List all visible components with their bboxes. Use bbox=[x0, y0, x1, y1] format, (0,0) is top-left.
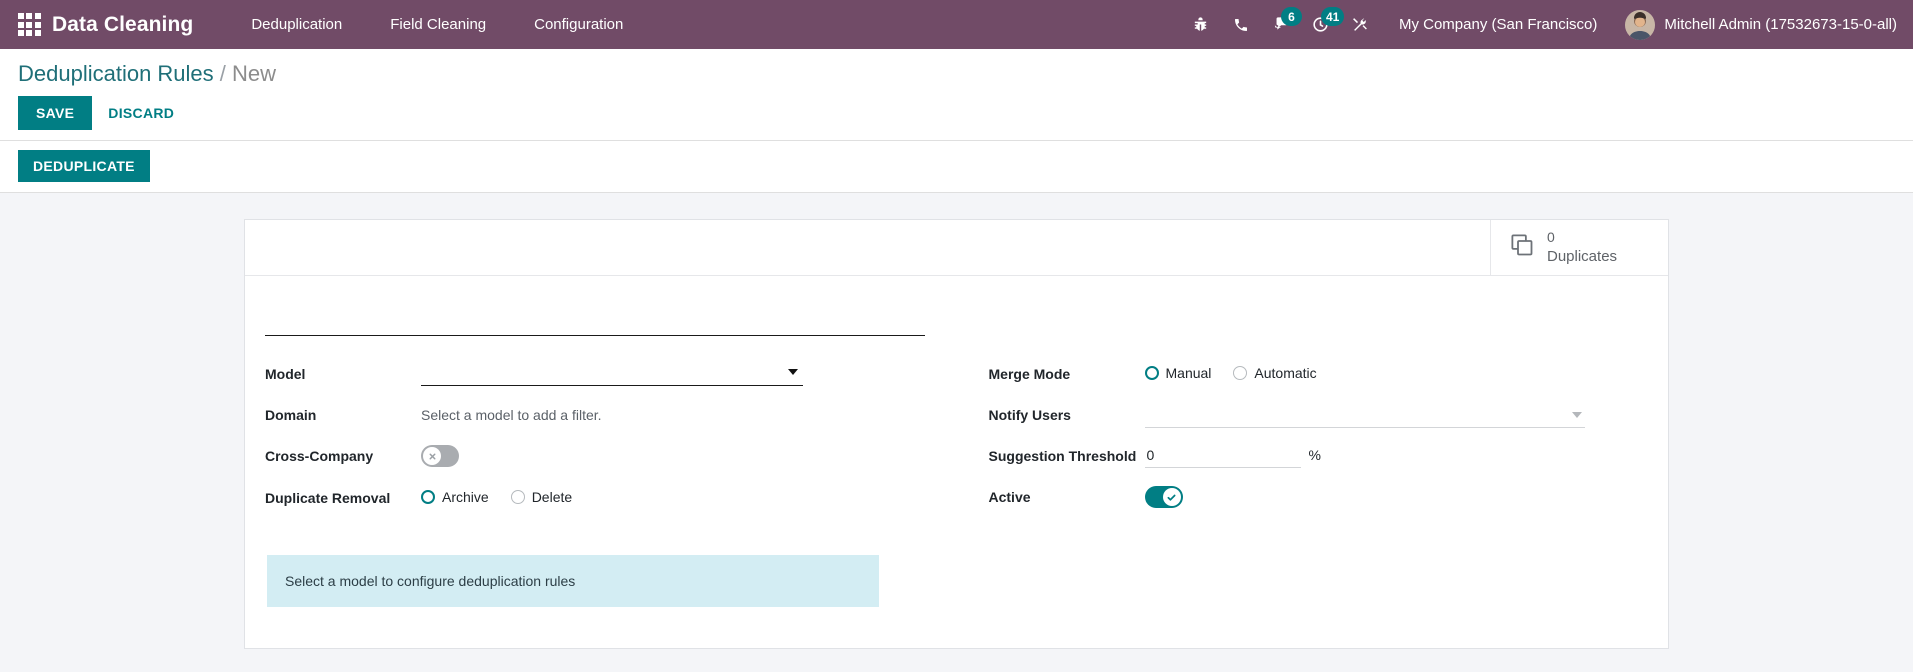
radio-archive-label: Archive bbox=[442, 489, 489, 505]
menu-item-deduplication[interactable]: Deduplication bbox=[227, 0, 366, 49]
duplicates-label: Duplicates bbox=[1547, 247, 1618, 265]
deduplicate-button[interactable]: DEDUPLICATE bbox=[18, 150, 150, 182]
company-switcher[interactable]: My Company (San Francisco) bbox=[1381, 16, 1615, 33]
rule-name-input[interactable] bbox=[265, 302, 925, 336]
action-button-row: DEDUPLICATE bbox=[0, 141, 1913, 193]
activities-clock-icon[interactable]: 41 bbox=[1301, 0, 1345, 49]
app-brand-title[interactable]: Data Cleaning bbox=[52, 13, 193, 37]
radio-dot-archive bbox=[421, 490, 435, 504]
merge-mode-label: Merge Mode bbox=[988, 366, 1071, 382]
field-cross-company: Cross-Company bbox=[265, 442, 925, 472]
notify-users-value bbox=[1144, 401, 1649, 428]
model-label: Model bbox=[265, 366, 306, 382]
menu-item-field-cleaning[interactable]: Field Cleaning bbox=[366, 0, 510, 49]
field-active: Active bbox=[989, 483, 1649, 513]
field-model: Model bbox=[265, 360, 925, 389]
breadcrumb-root[interactable]: Deduplication Rules bbox=[18, 61, 214, 86]
merge-mode-radio-group: Manual Automatic bbox=[1144, 360, 1649, 382]
active-value bbox=[1144, 483, 1649, 513]
top-navbar: Data Cleaning Deduplication Field Cleani… bbox=[0, 0, 1913, 49]
phone-icon[interactable] bbox=[1221, 0, 1261, 49]
form-body: Model Domain Select a model to add a fil… bbox=[245, 276, 1668, 637]
apps-grid-icon[interactable] bbox=[16, 12, 42, 38]
radio-manual-label: Manual bbox=[1165, 365, 1212, 381]
radio-dot-manual bbox=[1144, 366, 1159, 380]
form-columns: Model Domain Select a model to add a fil… bbox=[265, 360, 1648, 525]
notify-users-label: Notify Users bbox=[988, 407, 1071, 423]
field-notify-users: Notify Users bbox=[989, 401, 1649, 430]
discard-button[interactable]: DISCARD bbox=[92, 96, 190, 130]
breadcrumb: Deduplication Rules / New bbox=[18, 60, 1913, 88]
duplicates-stat-button[interactable]: 0 Duplicates bbox=[1490, 220, 1668, 275]
avatar bbox=[1625, 9, 1656, 40]
main-menu: Deduplication Field Cleaning Configurati… bbox=[227, 0, 647, 49]
model-input[interactable] bbox=[421, 360, 803, 386]
radio-automatic-label: Automatic bbox=[1254, 365, 1317, 381]
percent-suffix: % bbox=[1308, 447, 1321, 463]
toggle-knob-on bbox=[1162, 488, 1181, 506]
duplicate-copy-icon bbox=[1509, 232, 1536, 264]
user-name: Mitchell Admin (17532673-15-0-all) bbox=[1664, 16, 1897, 33]
field-domain: Domain Select a model to add a filter. bbox=[265, 401, 925, 430]
breadcrumb-current: New bbox=[232, 61, 277, 86]
field-duplicate-removal: Duplicate Removal Archive Delete bbox=[265, 484, 925, 513]
radio-dot-automatic bbox=[1233, 366, 1248, 380]
model-select-wrap[interactable] bbox=[421, 360, 803, 386]
radio-delete[interactable]: Delete bbox=[510, 488, 573, 506]
title-row bbox=[265, 302, 1648, 336]
form-column-left: Model Domain Select a model to add a fil… bbox=[265, 360, 925, 525]
duplicates-count: 0 bbox=[1547, 228, 1555, 245]
domain-hint: Select a model to add a filter. bbox=[421, 407, 602, 423]
duplicate-removal-value: Archive Delete bbox=[421, 484, 925, 506]
menu-item-configuration[interactable]: Configuration bbox=[510, 0, 647, 49]
messages-icon[interactable]: 6 bbox=[1261, 0, 1302, 49]
messages-badge: 6 bbox=[1280, 7, 1302, 26]
merge-mode-value: Manual Automatic bbox=[1144, 360, 1649, 382]
suggestion-threshold-value: % bbox=[1144, 442, 1649, 468]
model-value bbox=[421, 360, 925, 386]
stat-button-bar: 0 Duplicates bbox=[245, 220, 1668, 276]
duplicates-stat-text: 0 Duplicates bbox=[1547, 229, 1617, 267]
radio-delete-label: Delete bbox=[531, 489, 573, 505]
form-sheet: 0 Duplicates Model Domain Select a model… bbox=[244, 219, 1669, 649]
chevron-down-icon[interactable] bbox=[1571, 412, 1582, 418]
cross-company-value bbox=[421, 442, 925, 472]
user-menu[interactable]: Mitchell Admin (17532673-15-0-all) bbox=[1615, 9, 1897, 40]
form-column-right: Merge Mode Manual Automatic Notify Users… bbox=[989, 360, 1649, 525]
duplicate-removal-radio-group: Archive Delete bbox=[421, 484, 925, 506]
form-sheet-wrapper: 0 Duplicates Model Domain Select a model… bbox=[0, 193, 1913, 649]
duplicate-removal-label: Duplicate Removal bbox=[265, 490, 391, 506]
domain-label: Domain bbox=[265, 407, 317, 423]
cross-company-toggle[interactable] bbox=[421, 445, 459, 467]
field-merge-mode: Merge Mode Manual Automatic bbox=[989, 360, 1649, 389]
model-hint-alert: Select a model to configure deduplicatio… bbox=[267, 555, 879, 607]
tools-icon[interactable] bbox=[1341, 0, 1381, 49]
cross-company-label: Cross-Company bbox=[265, 448, 374, 464]
suggestion-threshold-input[interactable] bbox=[1144, 442, 1301, 468]
control-panel: Deduplication Rules / New SAVE DISCARD bbox=[0, 49, 1913, 141]
domain-value: Select a model to add a filter. bbox=[421, 401, 925, 424]
systray: 6 41 bbox=[1181, 0, 1381, 49]
radio-dot-delete bbox=[510, 490, 525, 504]
notify-users-input[interactable] bbox=[1144, 401, 1585, 428]
suggestion-threshold-field: % bbox=[1144, 442, 1649, 468]
active-toggle[interactable] bbox=[1144, 486, 1183, 508]
save-button[interactable]: SAVE bbox=[18, 96, 93, 130]
radio-automatic[interactable]: Automatic bbox=[1233, 364, 1317, 382]
radio-archive[interactable]: Archive bbox=[421, 488, 489, 506]
radio-manual[interactable]: Manual bbox=[1144, 364, 1212, 382]
bug-icon[interactable] bbox=[1181, 0, 1221, 49]
active-label: Active bbox=[988, 489, 1031, 505]
suggestion-threshold-label: Suggestion Threshold bbox=[988, 448, 1137, 464]
field-suggestion-threshold: Suggestion Threshold % bbox=[989, 442, 1649, 471]
breadcrumb-separator: / bbox=[219, 61, 226, 86]
toggle-knob-off bbox=[423, 447, 441, 465]
control-panel-buttons: SAVE DISCARD bbox=[18, 96, 1913, 140]
